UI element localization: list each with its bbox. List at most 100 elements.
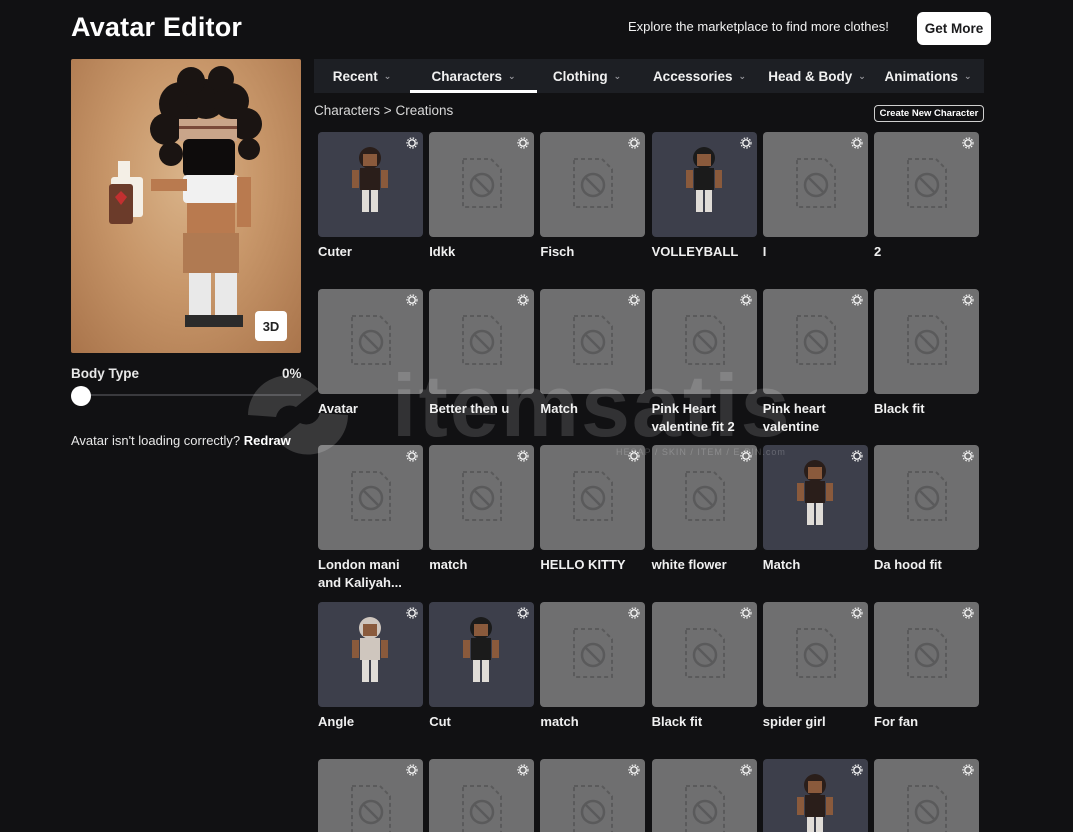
gear-icon[interactable] (628, 293, 640, 306)
gear-icon[interactable] (628, 763, 640, 776)
missing-thumbnail[interactable] (762, 289, 868, 394)
character-thumbnail[interactable] (318, 132, 423, 237)
gear-icon[interactable] (739, 293, 752, 306)
character-card[interactable]: match (429, 445, 535, 574)
gear-icon[interactable] (851, 606, 863, 619)
gear-icon[interactable] (739, 763, 752, 776)
tab-characters[interactable]: Characters ⌄ (410, 59, 537, 93)
missing-thumbnail[interactable] (651, 445, 757, 550)
character-card[interactable]: Fisch (540, 132, 646, 261)
tab-recent[interactable]: Recent ⌄ (314, 59, 410, 93)
character-card[interactable]: Black fit (651, 602, 757, 731)
character-card[interactable]: Pink Heart valentine fit 2 (651, 289, 757, 436)
character-card[interactable]: For fan (874, 602, 979, 731)
gear-icon[interactable] (962, 763, 974, 776)
tab-animations[interactable]: Animations ⌄ (872, 59, 984, 93)
character-card[interactable]: spider girl (762, 602, 868, 731)
gear-icon[interactable] (962, 449, 974, 462)
missing-thumbnail[interactable] (429, 759, 535, 832)
character-card[interactable]: Pink heart valentine (762, 289, 868, 436)
character-thumbnail[interactable] (762, 759, 868, 832)
missing-thumbnail[interactable] (540, 445, 646, 550)
gear-icon[interactable] (739, 136, 752, 149)
character-thumbnail[interactable] (429, 602, 535, 707)
character-card[interactable] (429, 759, 535, 832)
avatar-preview[interactable]: 3D (71, 59, 301, 353)
character-card[interactable]: Angle (318, 602, 423, 731)
gear-icon[interactable] (406, 763, 418, 776)
missing-thumbnail[interactable] (540, 602, 646, 707)
missing-thumbnail[interactable] (874, 759, 979, 832)
missing-thumbnail[interactable] (651, 602, 757, 707)
gear-icon[interactable] (517, 606, 529, 619)
tab-clothing[interactable]: Clothing ⌄ (537, 59, 637, 93)
character-card[interactable]: Avatar (318, 289, 423, 418)
gear-icon[interactable] (517, 449, 529, 462)
gear-icon[interactable] (962, 136, 974, 149)
character-card[interactable]: Cuter (318, 132, 423, 261)
character-card[interactable]: Black fit (874, 289, 979, 418)
missing-thumbnail[interactable] (429, 289, 535, 394)
character-card[interactable] (318, 759, 423, 832)
missing-thumbnail[interactable] (429, 132, 535, 237)
gear-icon[interactable] (851, 449, 863, 462)
tab-accessories[interactable]: Accessories ⌄ (637, 59, 762, 93)
character-card[interactable] (540, 759, 646, 832)
get-more-button[interactable]: Get More (917, 12, 991, 45)
missing-thumbnail[interactable] (762, 602, 868, 707)
character-card[interactable]: VOLLEYBALL (651, 132, 757, 261)
character-card[interactable]: Better then u (429, 289, 535, 418)
missing-thumbnail[interactable] (318, 445, 423, 550)
missing-thumbnail[interactable] (318, 289, 423, 394)
missing-thumbnail[interactable] (429, 445, 535, 550)
character-card[interactable]: 2 (874, 132, 979, 261)
gear-icon[interactable] (517, 293, 529, 306)
character-card[interactable] (651, 759, 757, 832)
gear-icon[interactable] (406, 136, 418, 149)
missing-thumbnail[interactable] (540, 759, 646, 832)
tab-head-body[interactable]: Head & Body ⌄ (762, 59, 872, 93)
breadcrumb-parent[interactable]: Characters (314, 103, 380, 118)
missing-thumbnail[interactable] (874, 132, 979, 237)
character-thumbnail[interactable] (651, 132, 757, 237)
missing-thumbnail[interactable] (651, 289, 757, 394)
gear-icon[interactable] (517, 136, 529, 149)
toggle-3d-button[interactable]: 3D (255, 311, 287, 341)
gear-icon[interactable] (406, 293, 418, 306)
missing-thumbnail[interactable] (874, 602, 979, 707)
missing-thumbnail[interactable] (318, 759, 423, 832)
gear-icon[interactable] (628, 449, 640, 462)
missing-thumbnail[interactable] (651, 759, 757, 832)
character-card[interactable]: I (762, 132, 868, 261)
gear-icon[interactable] (851, 293, 863, 306)
character-card[interactable]: Cut (429, 602, 535, 731)
character-thumbnail[interactable] (762, 445, 868, 550)
gear-icon[interactable] (962, 606, 974, 619)
character-card[interactable]: London mani and Kaliyah... (318, 445, 423, 592)
character-thumbnail[interactable] (318, 602, 423, 707)
gear-icon[interactable] (739, 449, 752, 462)
body-type-slider-handle[interactable] (71, 386, 91, 406)
gear-icon[interactable] (628, 136, 640, 149)
character-card[interactable] (874, 759, 979, 832)
gear-icon[interactable] (517, 763, 529, 776)
gear-icon[interactable] (406, 606, 418, 619)
character-card[interactable]: Idkk (429, 132, 535, 261)
character-card[interactable]: Da hood fit (874, 445, 979, 574)
missing-thumbnail[interactable] (540, 132, 646, 237)
gear-icon[interactable] (406, 449, 418, 462)
character-card[interactable]: white flower (651, 445, 757, 574)
gear-icon[interactable] (628, 606, 640, 619)
missing-thumbnail[interactable] (874, 289, 979, 394)
redraw-link[interactable]: Redraw (244, 433, 291, 448)
create-new-character-button[interactable]: Create New Character (874, 105, 984, 122)
character-card[interactable]: HELLO KITTY (540, 445, 646, 574)
gear-icon[interactable] (851, 763, 863, 776)
character-card[interactable] (762, 759, 868, 832)
gear-icon[interactable] (962, 293, 974, 306)
gear-icon[interactable] (851, 136, 863, 149)
body-type-slider-track[interactable] (80, 394, 301, 396)
gear-icon[interactable] (739, 606, 752, 619)
missing-thumbnail[interactable] (762, 132, 868, 237)
character-card[interactable]: match (540, 602, 646, 731)
